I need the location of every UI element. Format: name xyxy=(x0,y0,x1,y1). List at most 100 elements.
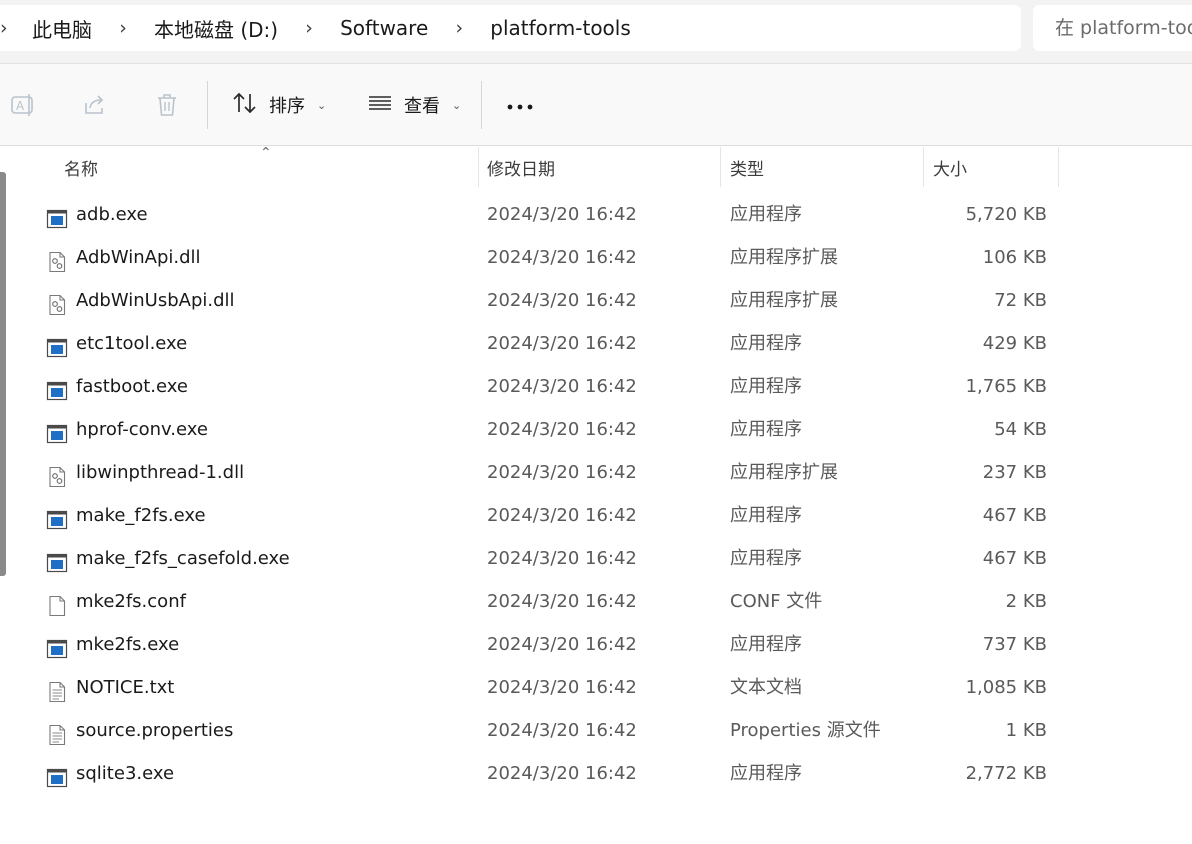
file-type: 应用程序 xyxy=(730,634,802,655)
share-icon[interactable] xyxy=(78,88,112,122)
file-row[interactable]: sqlite3.exe 2024/3/20 16:42 应用程序 2,772 K… xyxy=(44,752,1060,795)
blank-file-icon xyxy=(46,590,68,617)
column-header-name[interactable]: 名称 xyxy=(54,147,478,187)
file-size: 237 KB xyxy=(982,462,1047,483)
text-file-icon xyxy=(46,676,68,703)
file-type: 应用程序 xyxy=(730,505,802,526)
file-size: 737 KB xyxy=(982,634,1047,655)
exe-icon xyxy=(46,762,68,788)
file-row[interactable]: NOTICE.txt 2024/3/20 16:42 文本文档 1,085 KB xyxy=(44,666,1060,709)
file-name: source.properties xyxy=(76,720,234,741)
file-name: mke2fs.conf xyxy=(76,591,186,612)
file-name: etc1tool.exe xyxy=(76,333,188,354)
file-row[interactable]: mke2fs.exe 2024/3/20 16:42 应用程序 737 KB xyxy=(44,623,1060,666)
text-file-icon xyxy=(46,719,68,746)
exe-icon xyxy=(46,418,68,444)
breadcrumb-item-platform-tools[interactable]: platform-tools xyxy=(488,12,633,44)
column-resizer[interactable] xyxy=(1058,147,1059,187)
file-name: AdbWinUsbApi.dll xyxy=(76,290,235,311)
column-header-size[interactable]: 大小 xyxy=(923,147,1058,187)
file-row[interactable]: mke2fs.conf 2024/3/20 16:42 CONF 文件 2 KB xyxy=(44,580,1060,623)
sort-button[interactable]: 排序 ⌄ xyxy=(225,86,332,124)
file-modified-date: 2024/3/20 16:42 xyxy=(487,333,637,354)
toolbar-divider xyxy=(207,81,208,129)
column-header-type[interactable]: 类型 xyxy=(720,147,923,187)
file-name: NOTICE.txt xyxy=(76,677,175,698)
file-size: 106 KB xyxy=(982,247,1047,268)
file-modified-date: 2024/3/20 16:42 xyxy=(487,677,637,698)
file-type: 应用程序 xyxy=(730,333,802,354)
exe-icon xyxy=(46,633,68,659)
breadcrumb-item-this-pc[interactable]: 此电脑 xyxy=(30,10,94,47)
file-type: 应用程序 xyxy=(730,548,802,569)
view-button[interactable]: 查看 ⌄ xyxy=(360,86,467,124)
exe-icon xyxy=(46,203,68,229)
file-name: make_f2fs.exe xyxy=(76,505,206,526)
file-row[interactable]: libwinpthread-1.dll 2024/3/20 16:42 应用程序… xyxy=(44,451,1060,494)
chevron-right-icon[interactable]: › xyxy=(430,17,488,39)
file-size: 2 KB xyxy=(1005,591,1047,612)
file-modified-date: 2024/3/20 16:42 xyxy=(487,591,637,612)
chevron-down-icon: ⌄ xyxy=(317,98,327,112)
svg-text:A: A xyxy=(16,99,25,113)
chevron-right-icon[interactable]: › xyxy=(280,17,338,39)
more-options-button[interactable] xyxy=(503,88,537,122)
file-type: 应用程序 xyxy=(730,419,802,440)
chevron-right-icon[interactable]: › xyxy=(94,17,152,39)
list-view-icon xyxy=(366,92,394,119)
trash-icon[interactable] xyxy=(150,88,184,122)
exe-icon xyxy=(46,547,68,573)
command-bar: A 排序 ⌄ 查看 ⌄ xyxy=(0,64,1192,146)
file-size: 5,720 KB xyxy=(965,204,1047,225)
exe-icon xyxy=(46,504,68,530)
file-row[interactable]: fastboot.exe 2024/3/20 16:42 应用程序 1,765 … xyxy=(44,365,1060,408)
view-label: 查看 xyxy=(404,96,440,117)
file-row[interactable]: etc1tool.exe 2024/3/20 16:42 应用程序 429 KB xyxy=(44,322,1060,365)
file-list: adb.exe 2024/3/20 16:42 应用程序 5,720 KB Ad… xyxy=(44,193,1060,795)
file-row[interactable]: adb.exe 2024/3/20 16:42 应用程序 5,720 KB xyxy=(44,193,1060,236)
file-name: AdbWinApi.dll xyxy=(76,247,201,268)
file-row[interactable]: source.properties 2024/3/20 16:42 Proper… xyxy=(44,709,1060,752)
file-modified-date: 2024/3/20 16:42 xyxy=(487,290,637,311)
chevron-down-icon: ⌄ xyxy=(452,98,462,112)
breadcrumb-separator: › xyxy=(0,17,8,39)
file-modified-date: 2024/3/20 16:42 xyxy=(487,462,637,483)
column-header-date[interactable]: 修改日期 xyxy=(477,147,719,187)
address-bar-row: › 此电脑 › 本地磁盘 (D:) › Software › platform-… xyxy=(0,0,1192,64)
file-name: make_f2fs_casefold.exe xyxy=(76,548,290,569)
file-size: 467 KB xyxy=(982,548,1047,569)
file-type: 应用程序扩展 xyxy=(730,247,838,268)
file-row[interactable]: hprof-conv.exe 2024/3/20 16:42 应用程序 54 K… xyxy=(44,408,1060,451)
ellipsis-icon xyxy=(506,96,534,115)
file-name: sqlite3.exe xyxy=(76,763,175,784)
file-type: Properties 源文件 xyxy=(730,720,881,741)
file-row[interactable]: AdbWinApi.dll 2024/3/20 16:42 应用程序扩展 106… xyxy=(44,236,1060,279)
file-modified-date: 2024/3/20 16:42 xyxy=(487,634,637,655)
file-type: 应用程序扩展 xyxy=(730,290,838,311)
search-box[interactable] xyxy=(1033,5,1192,51)
breadcrumb-item-software[interactable]: Software xyxy=(338,12,430,44)
file-size: 467 KB xyxy=(982,505,1047,526)
dll-icon xyxy=(46,246,68,273)
toolbar-divider xyxy=(481,81,482,129)
file-size: 1,085 KB xyxy=(965,677,1047,698)
dll-icon xyxy=(46,289,68,316)
file-modified-date: 2024/3/20 16:42 xyxy=(487,763,637,784)
breadcrumb[interactable]: › 此电脑 › 本地磁盘 (D:) › Software › platform-… xyxy=(0,5,1021,51)
file-row[interactable]: make_f2fs_casefold.exe 2024/3/20 16:42 应… xyxy=(44,537,1060,580)
breadcrumb-item-local-disk[interactable]: 本地磁盘 (D:) xyxy=(152,10,280,47)
file-size: 429 KB xyxy=(982,333,1047,354)
scrollbar-thumb[interactable] xyxy=(0,172,6,576)
file-row[interactable]: AdbWinUsbApi.dll 2024/3/20 16:42 应用程序扩展 … xyxy=(44,279,1060,322)
file-size: 1,765 KB xyxy=(965,376,1047,397)
file-type: 应用程序 xyxy=(730,376,802,397)
file-size: 2,772 KB xyxy=(965,763,1047,784)
rename-icon[interactable]: A xyxy=(6,88,40,122)
sort-arrows-icon xyxy=(231,91,259,120)
file-size: 1 KB xyxy=(1005,720,1047,741)
file-name: hprof-conv.exe xyxy=(76,419,208,440)
file-row[interactable]: make_f2fs.exe 2024/3/20 16:42 应用程序 467 K… xyxy=(44,494,1060,537)
file-modified-date: 2024/3/20 16:42 xyxy=(487,204,637,225)
search-input[interactable] xyxy=(1055,17,1192,39)
file-size: 72 KB xyxy=(994,290,1047,311)
